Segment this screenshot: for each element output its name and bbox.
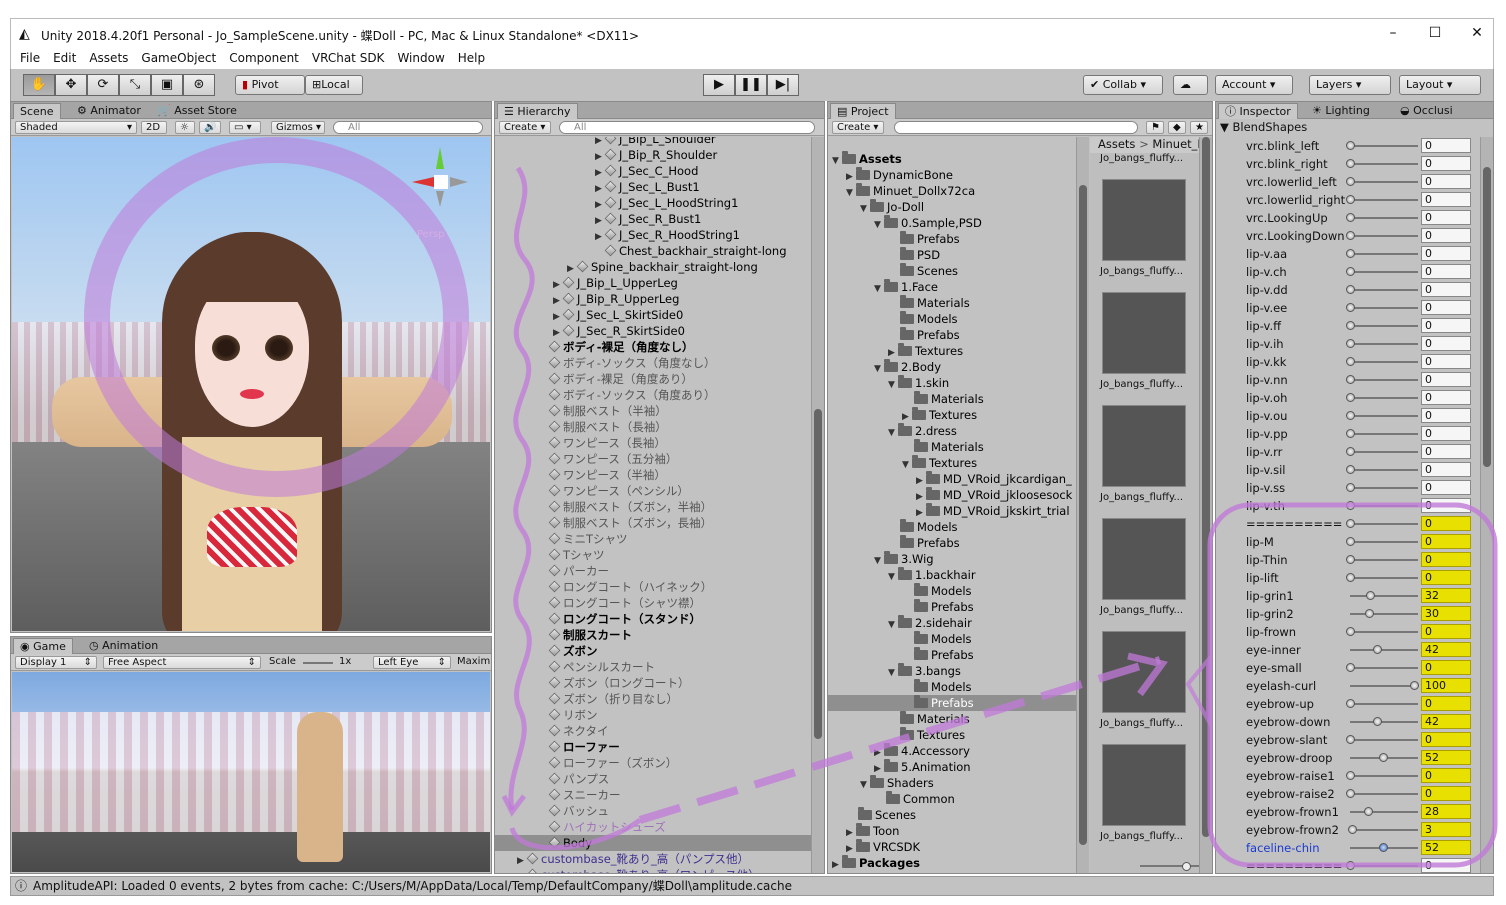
annotation-box <box>1207 502 1498 868</box>
annotation-arrowhead <box>1127 652 1168 697</box>
annotation-loop <box>509 817 642 851</box>
annotation-arrow-down <box>501 794 526 817</box>
annotation-dashed-arrow <box>638 656 1162 824</box>
annotation-squiggle <box>508 166 535 811</box>
annotation-overlay <box>501 166 1498 868</box>
annotation-bracket <box>1185 654 1210 728</box>
